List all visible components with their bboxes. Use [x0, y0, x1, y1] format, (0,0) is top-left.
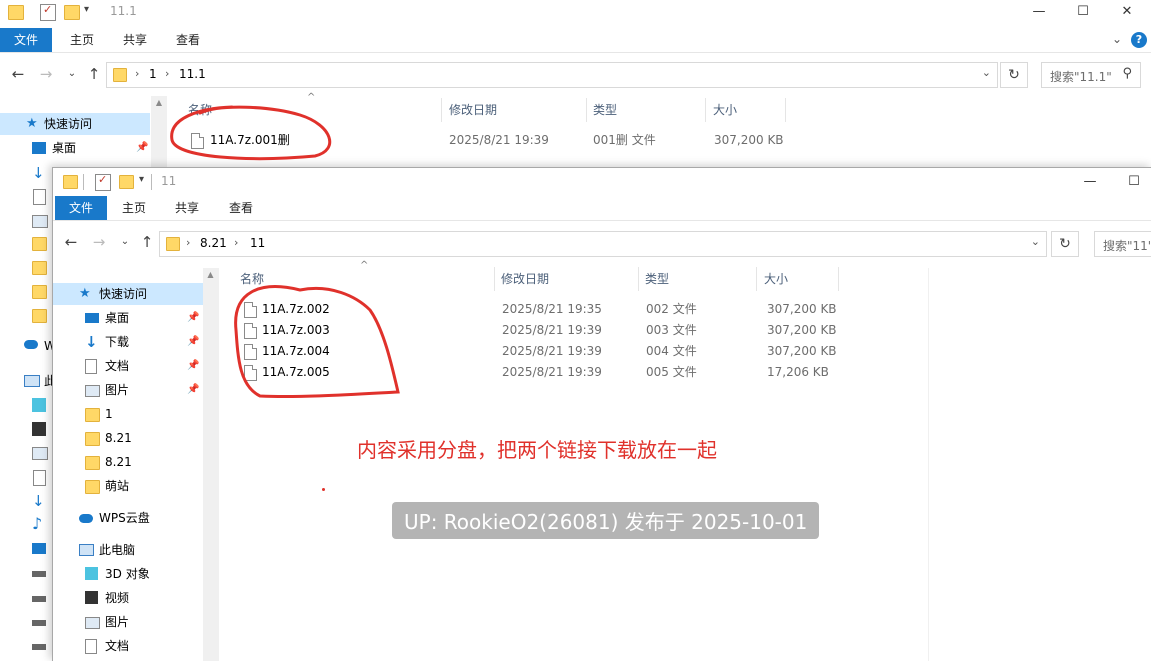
red-circle-front: [234, 285, 400, 399]
red-circle-back: [170, 105, 332, 161]
watermark: UP: RookieO2(26081) 发布于 2025-10-01: [392, 502, 820, 539]
annotation-text: 内容采用分盘，把两个链接下载放在一起: [357, 438, 717, 462]
red-dot: [322, 488, 325, 491]
hand-drawn-annotations: [170, 105, 400, 399]
